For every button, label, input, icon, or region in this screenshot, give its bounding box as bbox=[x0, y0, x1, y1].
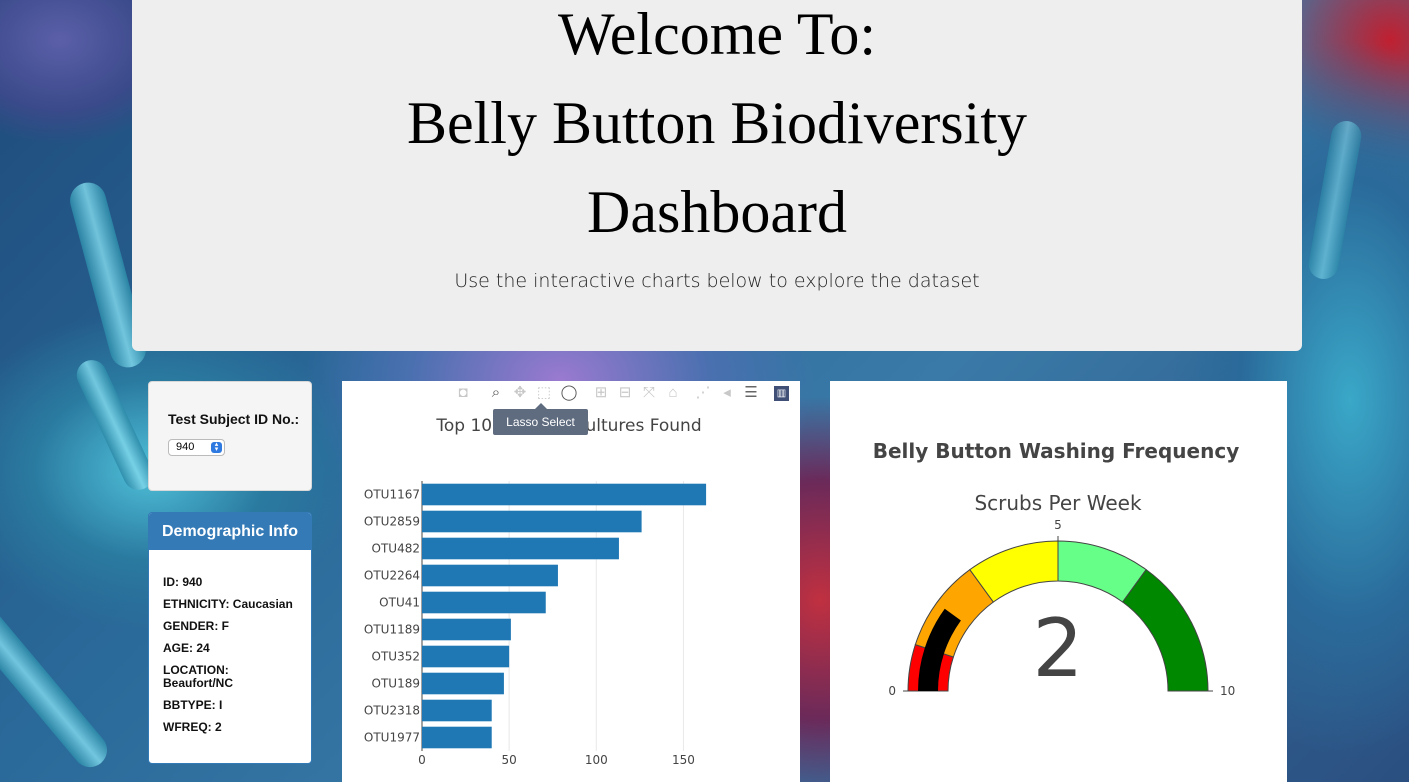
bar bbox=[422, 591, 546, 614]
zoom-icon[interactable]: ⌕ bbox=[487, 384, 505, 402]
box-select-icon[interactable]: ⬚ bbox=[535, 384, 553, 402]
zoom-out-icon[interactable]: ⊟ bbox=[616, 384, 634, 402]
demographic-info-title: Demographic Info bbox=[149, 513, 311, 550]
bar bbox=[422, 726, 492, 749]
demographic-row: GENDER: F bbox=[163, 619, 229, 633]
gauge-band bbox=[1121, 568, 1209, 692]
lasso-icon[interactable]: ◯ bbox=[560, 384, 578, 402]
subject-id-value: 940 bbox=[176, 441, 195, 453]
camera-icon[interactable]: ◘ bbox=[454, 384, 472, 402]
pan-icon[interactable]: ✥ bbox=[511, 384, 529, 402]
y-tick-label: OTU189 bbox=[372, 677, 420, 691]
bar bbox=[422, 699, 492, 722]
page-subtitle: Use the interactive charts below to expl… bbox=[454, 270, 980, 292]
zoom-in-icon[interactable]: ⊞ bbox=[592, 384, 610, 402]
background-bacteria-shape bbox=[1306, 118, 1364, 282]
demographic-row: AGE: 24 bbox=[163, 641, 210, 655]
subject-id-label: Test Subject ID No.: bbox=[168, 411, 300, 427]
bar bbox=[422, 483, 707, 506]
bar bbox=[422, 537, 619, 560]
page-title: Welcome To: Belly Button Biodiversity Da… bbox=[132, 0, 1302, 257]
bar-chart-panel: 0 50 100 150 OTU1167 OTU2859 OTU482 OTU2264 OTU4… bbox=[342, 381, 800, 782]
x-tick-label: 50 bbox=[502, 753, 517, 767]
x-tick-label: 100 bbox=[585, 753, 608, 767]
select-arrows-icon: ▴ ▾ bbox=[211, 441, 222, 453]
y-tick-label: OTU2859 bbox=[364, 515, 420, 529]
title-line-3: Dashboard bbox=[587, 179, 847, 245]
y-tick-label: OTU1189 bbox=[364, 623, 420, 637]
page-header: Welcome To: Belly Button Biodiversity Da… bbox=[132, 0, 1302, 351]
plotly-logo-icon[interactable]: ▥ bbox=[774, 386, 789, 401]
y-tick-label: OTU2318 bbox=[364, 704, 420, 718]
background-bacteria-shape bbox=[0, 575, 114, 775]
y-tick-label: OTU1977 bbox=[364, 731, 420, 745]
demographic-row: ETHNICITY: Caucasian bbox=[163, 597, 293, 611]
home-icon[interactable]: ⌂ bbox=[664, 384, 682, 402]
demographic-row: BBTYPE: I bbox=[163, 698, 223, 712]
subject-selector-panel: Test Subject ID No.: 940 ▴ ▾ bbox=[148, 381, 312, 491]
title-line-2: Belly Button Biodiversity bbox=[406, 90, 1027, 156]
gauge-tick-label: 10 bbox=[1220, 684, 1235, 698]
bar bbox=[422, 510, 642, 533]
bar bbox=[422, 672, 504, 695]
autoscale-icon[interactable]: ⤧ bbox=[640, 384, 658, 402]
hover-compare-icon[interactable]: ☰ bbox=[742, 384, 760, 402]
demographic-info-body: ID: 940 ETHNICITY: Caucasian GENDER: F A… bbox=[149, 550, 311, 734]
demographic-row: WFREQ: 2 bbox=[163, 720, 222, 734]
gauge-subtitle: Scrubs Per Week bbox=[974, 491, 1142, 515]
bar bbox=[422, 645, 510, 668]
spike-lines-icon[interactable]: ⋰ bbox=[694, 384, 712, 402]
gauge-value: 2 bbox=[1033, 602, 1084, 695]
x-tick-label: 0 bbox=[418, 753, 426, 767]
gauge-tick-label: 5 bbox=[1054, 518, 1062, 532]
y-tick-label: OTU352 bbox=[372, 650, 420, 664]
bar bbox=[422, 618, 511, 641]
gauge-chart-panel: 0 5 10 2 Belly Button Washing Frequency Scrub… bbox=[830, 381, 1287, 782]
title-line-1: Welcome To: bbox=[557, 1, 877, 67]
bar-chart[interactable]: 0 50 100 150 OTU1167 OTU2859 OTU482 OTU2264 OTU4… bbox=[342, 381, 800, 782]
bar bbox=[422, 564, 558, 587]
gauge-title: Belly Button Washing Frequency bbox=[873, 439, 1239, 463]
y-tick-label: OTU482 bbox=[372, 542, 420, 556]
demographic-row: LOCATION: Beaufort/NC bbox=[163, 663, 234, 690]
background-bacteria-shape bbox=[71, 355, 159, 495]
demographic-row: ID: 940 bbox=[163, 575, 203, 589]
hover-closest-icon[interactable]: ◂ bbox=[718, 384, 736, 402]
lasso-select-tooltip: Lasso Select bbox=[493, 403, 588, 435]
gauge-chart[interactable]: 0 5 10 2 Belly Button Washing Frequency Scrub… bbox=[830, 381, 1287, 782]
y-tick-label: OTU2264 bbox=[364, 569, 420, 583]
x-tick-label: 150 bbox=[672, 753, 695, 767]
y-tick-label: OTU41 bbox=[379, 596, 420, 610]
y-tick-label: OTU1167 bbox=[364, 488, 420, 502]
subject-id-select[interactable]: 940 ▴ ▾ bbox=[168, 439, 225, 456]
demographic-info-panel: Demographic Info ID: 940 ETHNICITY: Cauc… bbox=[148, 512, 312, 764]
gauge-tick-label: 0 bbox=[888, 684, 896, 698]
